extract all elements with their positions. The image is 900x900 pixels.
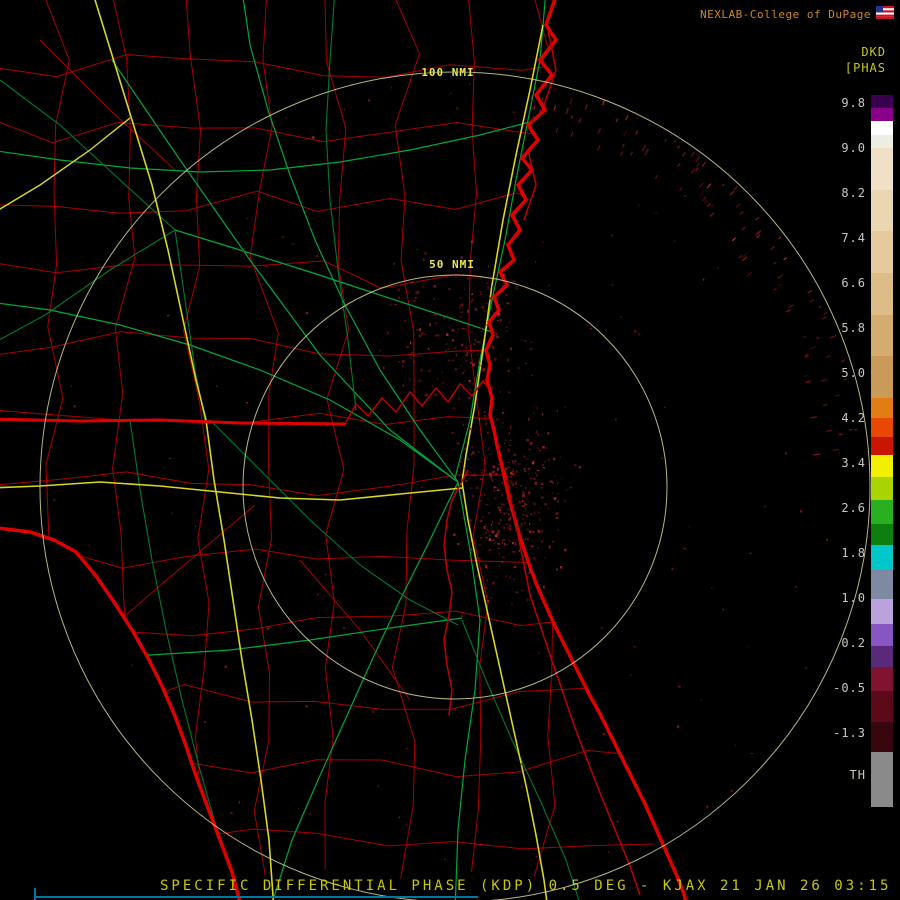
legend-value: 5.0 bbox=[820, 366, 866, 380]
threshold-label: TH bbox=[820, 768, 866, 782]
colorbar-segment bbox=[871, 455, 893, 477]
colorbar-segment bbox=[871, 148, 893, 190]
radar-screen: 100 NMI 50 NMI NEXLAB-College of DuPage … bbox=[0, 0, 900, 900]
legend-value: 5.8 bbox=[820, 321, 866, 335]
colorbar-segment bbox=[871, 273, 893, 315]
colorbar-segment bbox=[871, 545, 893, 569]
colorbar-segment bbox=[871, 599, 893, 623]
legend-value: 8.2 bbox=[820, 186, 866, 200]
legend-value: 0.2 bbox=[820, 636, 866, 650]
legend-value: 7.4 bbox=[820, 231, 866, 245]
legend-value: 3.4 bbox=[820, 456, 866, 470]
legend-product-code: DKD bbox=[845, 44, 886, 60]
colorbar-segment bbox=[871, 108, 893, 121]
legend-value: -0.5 bbox=[820, 681, 866, 695]
colorbar-segment bbox=[871, 135, 893, 148]
colorbar-segment bbox=[871, 315, 893, 357]
status-bar: SPECIFIC DIFFERENTIAL PHASE (KDP) 0.5 DE… bbox=[160, 878, 891, 894]
colorbar-segment bbox=[871, 722, 893, 753]
colorbar-segment bbox=[871, 569, 893, 600]
radar-map bbox=[0, 0, 900, 900]
colorbar-segment bbox=[871, 646, 893, 666]
range-ring-label-100nmi: 100 NMI bbox=[413, 66, 483, 79]
legend-value: 6.6 bbox=[820, 276, 866, 290]
radar-echoes bbox=[53, 83, 857, 861]
colorbar-segment bbox=[871, 752, 893, 807]
coastline bbox=[0, 0, 688, 900]
legend-value: 1.8 bbox=[820, 546, 866, 560]
colorbar-segment bbox=[871, 418, 893, 436]
legend-value: -1.3 bbox=[820, 726, 866, 740]
colorbar-segment bbox=[871, 477, 893, 499]
colorbar-segment bbox=[871, 667, 893, 691]
attribution-text: NEXLAB-College of DuPage bbox=[700, 8, 871, 21]
colorbar-segment bbox=[871, 500, 893, 524]
legend-values: 9.8 9.0 8.2 7.4 6.6 5.8 5.0 4.2 3.4 2.6 1.8 1.0 0.2 -… bbox=[820, 96, 866, 756]
legend-value: 9.8 bbox=[820, 96, 866, 110]
range-ring-label-50nmi: 50 NMI bbox=[417, 258, 487, 271]
cod-logo-icon bbox=[876, 6, 894, 22]
colorbar-segment bbox=[871, 95, 893, 108]
colorbar bbox=[871, 95, 893, 807]
legend-value: 2.6 bbox=[820, 501, 866, 515]
colorbar-segment bbox=[871, 121, 893, 134]
attribution: NEXLAB-College of DuPage bbox=[700, 6, 894, 22]
legend-header: DKD [PHAS bbox=[845, 44, 886, 76]
colorbar-segment bbox=[871, 190, 893, 232]
colorbar-segment bbox=[871, 624, 893, 646]
colorbar-segment bbox=[871, 524, 893, 544]
legend-value: 1.0 bbox=[820, 591, 866, 605]
colorbar-segment bbox=[871, 356, 893, 398]
legend-units-label: [PHAS bbox=[845, 60, 886, 76]
colorbar-segment bbox=[871, 231, 893, 273]
colorbar-segment bbox=[871, 691, 893, 722]
legend-value: 9.0 bbox=[820, 141, 866, 155]
colorbar-segment bbox=[871, 398, 893, 418]
colorbar-segment bbox=[871, 437, 893, 455]
legend-value: 4.2 bbox=[820, 411, 866, 425]
